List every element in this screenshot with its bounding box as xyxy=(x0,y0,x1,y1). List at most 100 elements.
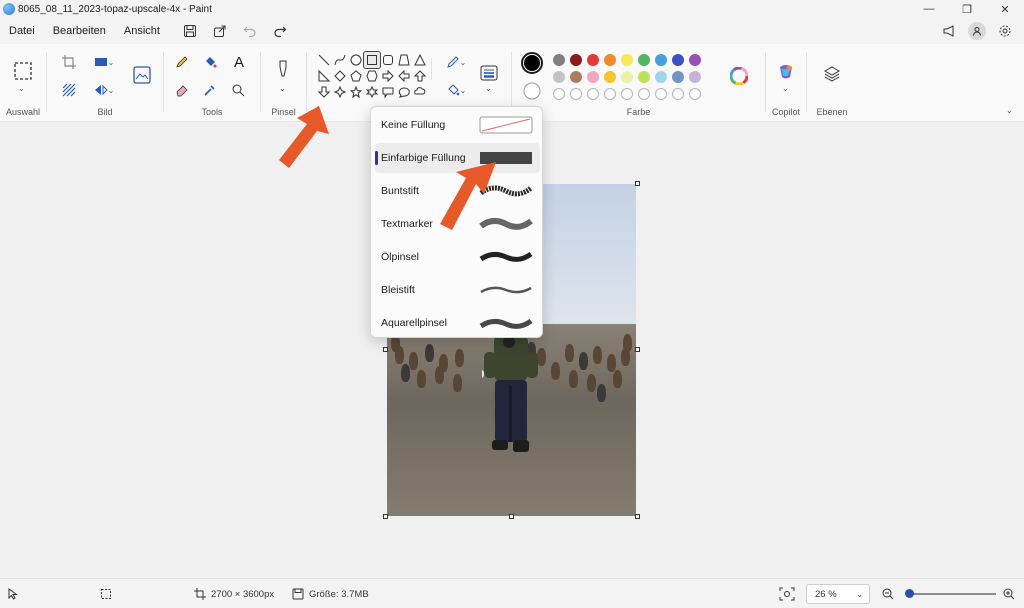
arrow-left-shape[interactable] xyxy=(396,68,412,84)
group-copilot: ⌄ Copilot xyxy=(766,44,806,122)
curve-shape[interactable] xyxy=(332,52,348,68)
ribbon-collapse-icon[interactable]: ⌄ xyxy=(1006,106,1013,115)
minimize-button[interactable]: — xyxy=(910,0,948,18)
selected-indicator xyxy=(375,151,378,165)
menu-datei[interactable]: Datei xyxy=(0,25,44,37)
rectangle-shape[interactable] xyxy=(363,51,381,69)
select-rectangle-icon xyxy=(14,62,32,80)
text-tool-button[interactable]: A xyxy=(230,53,248,71)
polygon-shape[interactable] xyxy=(396,52,412,68)
penguin xyxy=(409,352,418,370)
fill-style-button[interactable]: ⌄ xyxy=(441,82,471,98)
callout-cloud-shape[interactable] xyxy=(412,84,428,100)
eraser-button[interactable] xyxy=(174,82,190,98)
menu-ansicht[interactable]: Ansicht xyxy=(115,25,169,37)
callout-rect-shape[interactable] xyxy=(380,84,396,100)
fit-to-window-button[interactable] xyxy=(779,579,795,608)
pencil-icon xyxy=(176,56,188,68)
crop-icon xyxy=(62,55,76,69)
resize-button[interactable]: ⌄ xyxy=(91,54,117,70)
title-bar: 8065_08_11_2023-topaz-upscale-4x - Paint… xyxy=(0,0,1024,18)
penguin xyxy=(579,352,588,370)
save-icon xyxy=(183,25,196,37)
penguin xyxy=(551,362,560,380)
whats-new-button[interactable] xyxy=(934,19,964,43)
callout-oval-shape[interactable] xyxy=(396,84,412,100)
close-button[interactable]: ✕ xyxy=(986,0,1024,18)
star-five-shape[interactable] xyxy=(348,84,364,100)
triangle-shape[interactable] xyxy=(412,52,428,68)
copilot-button[interactable] xyxy=(776,62,796,82)
outline-icon xyxy=(446,56,459,68)
star-four-shape[interactable] xyxy=(332,84,348,100)
redo-button[interactable] xyxy=(265,19,295,43)
resize-handle[interactable] xyxy=(635,347,640,352)
resize-handle[interactable] xyxy=(509,514,514,519)
zoom-out-button[interactable] xyxy=(882,579,894,608)
resize-handle[interactable] xyxy=(383,347,388,352)
brush-chevron-icon[interactable]: ⌄ xyxy=(279,84,286,93)
fill-option-label: Textmarker xyxy=(381,218,433,230)
penguin xyxy=(593,346,602,364)
select-tool-button[interactable] xyxy=(12,60,34,82)
share-button[interactable] xyxy=(205,19,235,43)
divider xyxy=(431,58,432,80)
undo-button[interactable] xyxy=(235,19,265,43)
menu-bearbeiten[interactable]: Bearbeiten xyxy=(44,25,115,37)
zoom-in-button[interactable] xyxy=(1003,579,1015,608)
star-six-shape[interactable] xyxy=(364,84,380,100)
select-chevron-icon[interactable]: ⌄ xyxy=(18,84,25,93)
fill-button[interactable] xyxy=(202,54,218,70)
resize-handle[interactable] xyxy=(635,514,640,519)
fill-option-none[interactable]: Keine Füllung xyxy=(375,110,540,140)
crop-button[interactable] xyxy=(61,54,77,70)
oval-shape[interactable] xyxy=(348,52,364,68)
zoom-dropdown[interactable]: 26 % ⌄ xyxy=(806,584,870,604)
arrow-up-shape[interactable] xyxy=(412,68,428,84)
outline-button[interactable]: ⌄ xyxy=(441,54,471,70)
no-fill-preview xyxy=(479,116,533,134)
penguin xyxy=(565,344,574,362)
right-triangle-shape[interactable] xyxy=(316,68,332,84)
image-select-button[interactable] xyxy=(131,64,153,86)
stroke-size-chevron-icon[interactable]: ⌄ xyxy=(485,84,492,93)
rounded-rectangle-shape[interactable] xyxy=(380,52,396,68)
zoom-slider-thumb[interactable] xyxy=(905,589,914,598)
undo-icon xyxy=(243,26,256,38)
pencil-button[interactable] xyxy=(174,54,190,70)
pentagon-shape[interactable] xyxy=(348,68,364,84)
diamond-shape[interactable] xyxy=(332,68,348,84)
cursor-position xyxy=(8,579,18,608)
fill-option-oil[interactable]: Ölpinsel xyxy=(375,242,540,272)
image-dimensions: 2700 × 3600px xyxy=(194,579,274,608)
line-shape[interactable] xyxy=(316,52,332,68)
settings-button[interactable] xyxy=(990,19,1020,43)
layers-button[interactable] xyxy=(822,64,842,84)
chevron-down-icon: ⌄ xyxy=(856,589,863,599)
arrow-right-shape[interactable] xyxy=(380,68,396,84)
magnifier-button[interactable] xyxy=(230,82,246,98)
hexagon-shape[interactable] xyxy=(364,68,380,84)
save-button[interactable] xyxy=(175,19,205,43)
stroke-size-button[interactable] xyxy=(478,62,500,84)
fill-option-pencil[interactable]: Bleistift xyxy=(375,275,540,305)
penguin xyxy=(401,364,410,382)
color-picker-button[interactable] xyxy=(202,82,218,98)
dimensions-text: 2700 × 3600px xyxy=(211,588,275,600)
account-button[interactable] xyxy=(968,22,986,40)
zoom-slider-track[interactable] xyxy=(908,593,996,595)
share-icon xyxy=(213,25,226,37)
resize-handle[interactable] xyxy=(635,181,640,186)
eyedropper-icon xyxy=(204,85,215,96)
resize-handle[interactable] xyxy=(383,514,388,519)
pointer-icon xyxy=(8,588,18,600)
group-auswahl: ⌄ Auswahl xyxy=(0,44,46,122)
copilot-chevron-icon[interactable]: ⌄ xyxy=(782,84,789,93)
fill-bucket-icon xyxy=(447,84,459,96)
arrow-down-shape[interactable] xyxy=(316,84,332,100)
flip-button[interactable]: ⌄ xyxy=(91,82,117,98)
restore-button[interactable]: ❐ xyxy=(948,0,986,18)
brush-button[interactable] xyxy=(274,58,292,80)
background-removal-button[interactable] xyxy=(61,82,77,98)
fill-option-watercolor[interactable]: Aquarellpinsel xyxy=(375,308,540,338)
